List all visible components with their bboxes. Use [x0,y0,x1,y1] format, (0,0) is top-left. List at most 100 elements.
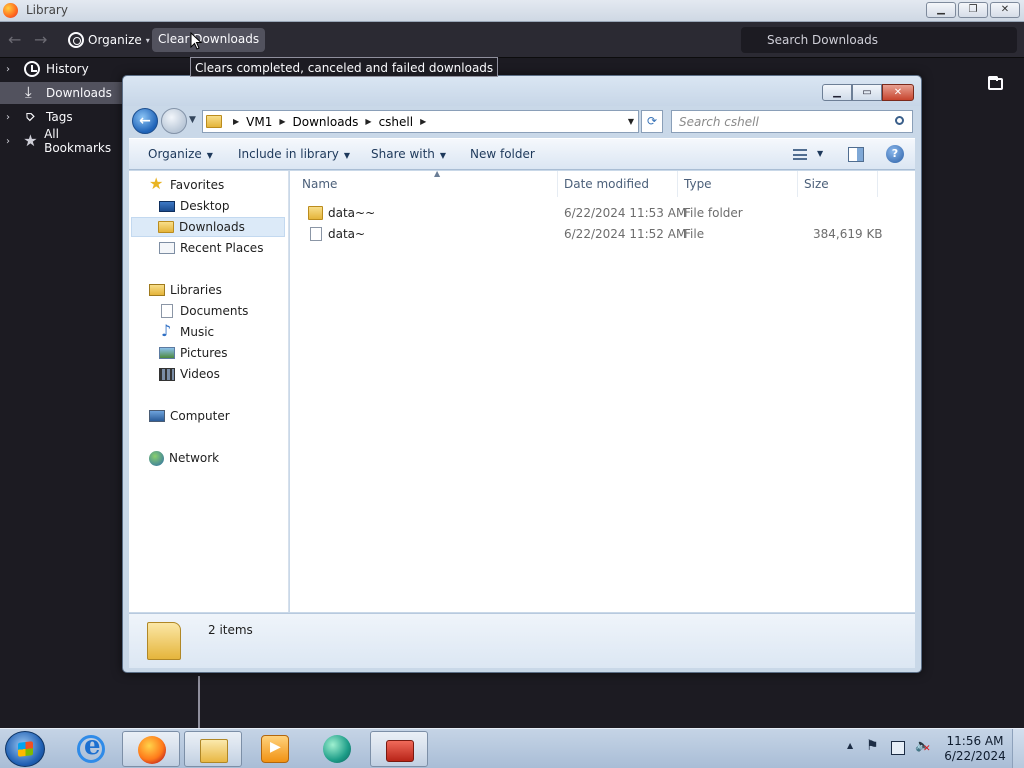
help-icon[interactable]: ? [886,145,904,163]
share-with-button[interactable]: Share with ▼ [371,147,446,161]
library-toolbar: ← → Organize ▾ Clear Downloads Search Do… [0,22,1024,58]
taskbar-media-player[interactable] [246,731,304,767]
taskbar: ▲ 11:56 AM 6/22/2024 [0,728,1024,768]
minimize-button[interactable]: ▁ [926,2,956,18]
close-button[interactable]: ✕ [990,2,1020,18]
breadcrumb-vm1[interactable]: VM1 [246,115,272,129]
explorer-title-bar[interactable]: ▁ ▭ ✕ [123,76,921,106]
file-type: File folder [684,206,743,220]
forward-arrow-icon[interactable]: → [34,30,47,49]
close-button[interactable]: ✕ [882,84,914,101]
column-header-name[interactable]: Name ▲ [296,169,558,197]
include-in-library-button[interactable]: Include in library ▼ [238,147,350,161]
network-icon[interactable] [891,741,905,755]
show-hidden-icons-button[interactable]: ▲ [847,741,853,750]
nav-pictures[interactable]: Pictures [159,343,228,363]
star-icon [149,174,165,193]
file-name: data~ [328,227,366,241]
views-dropdown[interactable]: ▼ [817,149,823,158]
search-downloads-input[interactable]: Search Downloads [741,27,1017,53]
gear-icon [68,32,84,48]
taskbar-internet-explorer[interactable] [62,731,120,767]
volume-muted-icon[interactable] [915,738,931,755]
file-list: Name ▲ Date modified Type Size data~~ 6/… [290,169,915,612]
sidebar-item-label: Tags [46,110,73,124]
expand-arrow-icon[interactable]: › [6,136,17,147]
new-folder-button[interactable]: New folder [470,147,535,161]
forward-button[interactable] [161,108,187,134]
action-center-flag-icon[interactable] [866,738,880,755]
libraries-icon [149,284,165,296]
nav-network[interactable]: Network [149,448,219,468]
clock-time: 11:56 AM [946,734,1004,748]
breadcrumb-arrow-icon[interactable]: ▶ [365,117,371,126]
column-header-size[interactable]: Size [798,171,878,197]
recent-pages-dropdown[interactable]: ▼ [189,115,196,125]
nav-computer[interactable]: Computer [149,406,230,426]
file-row[interactable]: data~~ 6/22/2024 11:53 AM File folder [302,203,902,223]
back-button[interactable]: ← [132,108,158,134]
file-date: 6/22/2024 11:53 AM [564,206,687,220]
library-title-bar: Library ▁ ❐ ✕ [0,0,1024,22]
download-icon [24,83,40,101]
downloads-folder-icon [158,221,174,233]
start-button[interactable] [5,731,45,767]
views-icon[interactable] [793,149,807,160]
show-desktop-button[interactable] [1012,729,1024,768]
restore-button[interactable]: ❐ [958,2,988,18]
search-icon[interactable] [895,116,905,126]
sidebar-item-downloads[interactable]: Downloads [0,82,124,104]
nav-recent-places[interactable]: Recent Places [159,238,263,258]
sidebar-item-history[interactable]: › History [0,58,124,80]
videos-icon [159,367,175,381]
search-input[interactable]: Search cshell [671,110,913,133]
organize-label: Organize [88,33,142,47]
address-dropdown[interactable]: ▼ [628,117,634,126]
organize-menu-button[interactable]: Organize ▾ [62,28,156,52]
pane-splitter[interactable] [198,676,200,728]
column-header-type[interactable]: Type [678,171,798,197]
breadcrumb-arrow-icon[interactable]: ▶ [233,117,239,126]
maximize-button[interactable]: ▭ [852,84,882,101]
folder-icon [308,206,323,220]
taskbar-firefox[interactable] [122,731,180,767]
item-count: 2 items [208,623,253,637]
breadcrumb-arrow-icon[interactable]: ▶ [279,117,285,126]
sidebar-item-label: Downloads [46,86,112,100]
taskbar-clock[interactable]: 11:56 AM 6/22/2024 [940,734,1010,764]
taskbar-cshell[interactable] [308,731,366,767]
address-bar[interactable]: ▶ VM1 ▶ Downloads ▶ cshell ▶ ▼ [202,110,639,133]
taskbar-toolbox[interactable] [370,731,428,767]
open-folder-icon[interactable] [988,76,1003,90]
nav-desktop[interactable]: Desktop [159,196,230,216]
firefox-icon [3,3,18,18]
breadcrumb-cshell[interactable]: cshell [379,115,414,129]
nav-libraries[interactable]: Libraries [149,280,222,300]
computer-icon [149,410,165,422]
nav-downloads[interactable]: Downloads [131,217,285,237]
file-row[interactable]: data~ 6/22/2024 11:52 AM File 384,619 KB [302,224,902,244]
expand-arrow-icon[interactable]: › [6,64,18,75]
sidebar-item-all-bookmarks[interactable]: › All Bookmarks [0,127,124,155]
nav-music[interactable]: Music [159,321,214,342]
taskbar-windows-explorer[interactable] [184,731,242,767]
back-arrow-icon[interactable]: ← [8,30,21,49]
breadcrumb-downloads[interactable]: Downloads [293,115,359,129]
nav-favorites[interactable]: Favorites [149,174,224,195]
breadcrumb-arrow-icon[interactable]: ▶ [420,117,426,126]
toolbox-icon [386,740,414,762]
clear-downloads-button[interactable]: Clear Downloads [152,28,266,52]
details-pane: 2 items [129,613,915,668]
column-header-date-modified[interactable]: Date modified [558,171,678,197]
sidebar-item-tags[interactable]: › Tags [0,106,124,128]
nav-videos[interactable]: Videos [159,364,220,384]
nav-documents[interactable]: Documents [159,301,248,321]
minimize-button[interactable]: ▁ [822,84,852,101]
preview-pane-icon[interactable] [848,147,864,162]
organize-button[interactable]: Organize ▼ [148,147,213,161]
recent-places-icon [159,242,175,254]
clock-icon [24,61,40,77]
expand-arrow-icon[interactable]: › [6,112,18,123]
refresh-button[interactable]: ⟳ [641,110,663,133]
navigation-pane: Favorites Desktop Downloads Recent Place… [129,171,289,612]
